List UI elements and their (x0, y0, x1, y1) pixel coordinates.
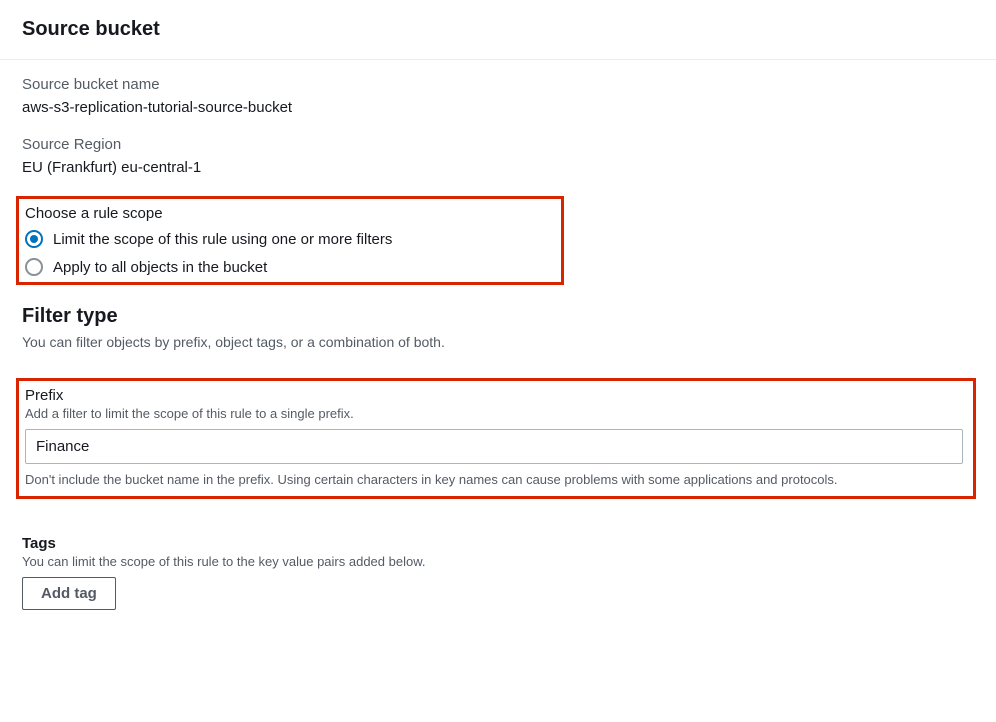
add-tag-button[interactable]: Add tag (22, 577, 116, 610)
filter-type-description: You can filter objects by prefix, object… (22, 334, 974, 350)
tags-section: Tags You can limit the scope of this rul… (22, 535, 974, 610)
radio-unselected-icon (25, 258, 43, 276)
rule-scope-option-all-label: Apply to all objects in the bucket (53, 259, 267, 276)
source-bucket-name-label: Source bucket name (22, 76, 974, 93)
prefix-highlight: Prefix Add a filter to limit the scope o… (16, 378, 976, 499)
panel-title: Source bucket (22, 18, 974, 41)
rule-scope-highlight: Choose a rule scope Limit the scope of t… (16, 196, 564, 285)
source-region-label: Source Region (22, 136, 974, 153)
source-bucket-name-group: Source bucket name aws-s3-replication-tu… (22, 76, 974, 116)
filter-type-heading: Filter type (22, 305, 974, 328)
panel-content: Source bucket name aws-s3-replication-tu… (0, 60, 996, 630)
rule-scope-option-limit[interactable]: Limit the scope of this rule using one o… (25, 230, 555, 248)
source-region-value: EU (Frankfurt) eu-central-1 (22, 159, 974, 176)
tags-description: You can limit the scope of this rule to … (22, 554, 974, 569)
prefix-description: Add a filter to limit the scope of this … (25, 406, 963, 421)
prefix-label: Prefix (25, 387, 963, 404)
rule-scope-option-all[interactable]: Apply to all objects in the bucket (25, 258, 555, 276)
rule-scope-option-limit-label: Limit the scope of this rule using one o… (53, 231, 392, 248)
source-region-group: Source Region EU (Frankfurt) eu-central-… (22, 136, 974, 176)
radio-selected-icon (25, 230, 43, 248)
source-bucket-name-value: aws-s3-replication-tutorial-source-bucke… (22, 99, 974, 116)
panel-header: Source bucket (0, 0, 996, 60)
tags-label: Tags (22, 535, 974, 552)
rule-scope-label: Choose a rule scope (25, 205, 555, 222)
prefix-input[interactable] (25, 429, 963, 464)
prefix-hint: Don't include the bucket name in the pre… (25, 470, 963, 490)
